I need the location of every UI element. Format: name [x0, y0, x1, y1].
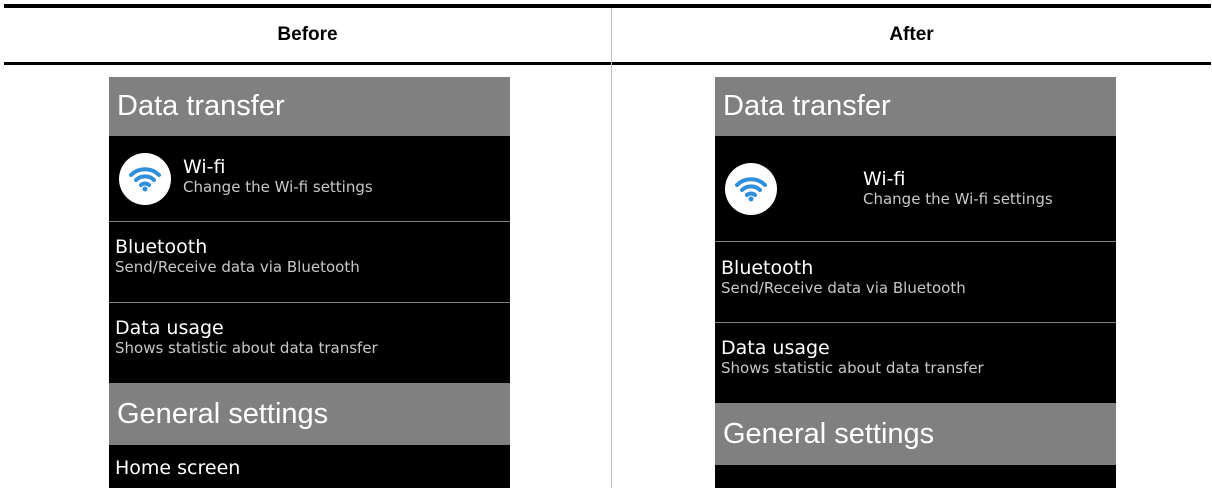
header-rule: [4, 62, 1211, 65]
list-item-wifi[interactable]: Wi-fi Change the Wi-fi settings: [715, 136, 1116, 242]
wifi-subtitle: Change the Wi-fi settings: [183, 177, 373, 196]
wifi-title: Wi-fi: [183, 155, 226, 178]
bluetooth-subtitle: Send/Receive data via Bluetooth: [721, 279, 966, 297]
data-usage-subtitle: Shows statistic about data transfer: [115, 339, 378, 357]
before-device-screen: Data transfer Wi-fi Change the Wi-fi set…: [109, 77, 510, 488]
bluetooth-title: Bluetooth: [115, 236, 208, 258]
section-header-data-transfer: Data transfer: [715, 77, 1116, 136]
data-usage-title: Data usage: [721, 337, 830, 359]
list-item-data-usage[interactable]: Data usage Shows statistic about data tr…: [109, 303, 510, 383]
section-header-data-transfer: Data transfer: [109, 77, 510, 136]
after-device-screen: Data transfer Wi-fi Change the Wi-fi set…: [715, 77, 1116, 488]
section-header-general-settings: General settings: [109, 383, 510, 445]
home-screen-title: Home screen: [115, 457, 241, 479]
wifi-icon: [119, 152, 171, 205]
list-item-data-usage[interactable]: Data usage Shows statistic about data tr…: [715, 323, 1116, 403]
section-header-general-settings: General settings: [715, 403, 1116, 465]
wifi-subtitle: Change the Wi-fi settings: [863, 189, 1053, 208]
bluetooth-title: Bluetooth: [721, 257, 814, 279]
wifi-title: Wi-fi: [863, 167, 906, 190]
before-column-header: Before: [277, 24, 338, 45]
wifi-icon: [725, 162, 777, 215]
data-usage-subtitle: Shows statistic about data transfer: [721, 359, 984, 377]
bluetooth-subtitle: Send/Receive data via Bluetooth: [115, 258, 360, 276]
list-item-wifi[interactable]: Wi-fi Change the Wi-fi settings: [109, 136, 510, 222]
data-usage-title: Data usage: [115, 317, 224, 339]
list-item-bluetooth[interactable]: Bluetooth Send/Receive data via Bluetoot…: [109, 222, 510, 303]
list-item-home-screen[interactable]: Home screen: [109, 445, 510, 479]
list-item-bluetooth[interactable]: Bluetooth Send/Receive data via Bluetoot…: [715, 242, 1116, 323]
column-divider: [611, 8, 612, 488]
after-column-header: After: [889, 24, 934, 45]
